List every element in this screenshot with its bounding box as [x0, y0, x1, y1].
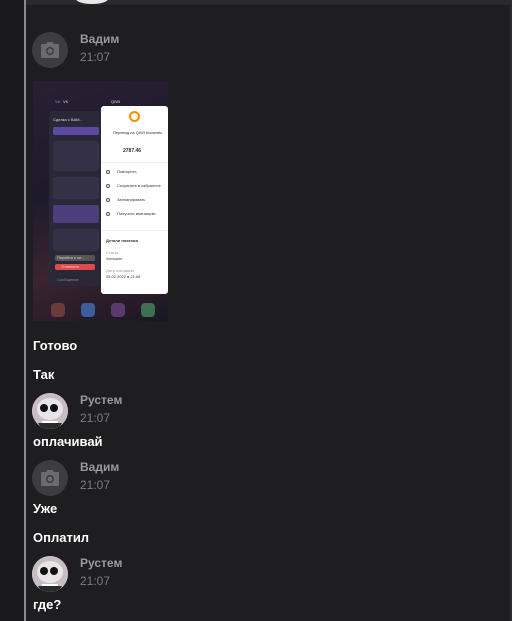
action-repeat: Повторить	[117, 169, 137, 174]
author-name[interactable]: Вадим	[80, 32, 119, 46]
amount: 2787.46	[123, 148, 142, 154]
avatar[interactable]	[32, 32, 68, 68]
transfer-title: Перевод на QIWI Кошелёк	[113, 130, 163, 135]
avatar-photo	[32, 556, 68, 592]
avatar[interactable]	[32, 393, 68, 429]
author-name[interactable]: Вадим	[80, 460, 119, 474]
app-left-label: VK	[63, 99, 69, 104]
repeat-icon	[106, 170, 110, 174]
status-value: Успешно	[106, 256, 123, 261]
avatar[interactable]	[32, 460, 68, 496]
message-time: 21:07	[80, 50, 111, 64]
phone-dock	[47, 303, 157, 319]
date-label: Дата операции	[106, 268, 134, 273]
message-text: где?	[33, 597, 62, 612]
action-receipt: Получить квитанцию	[117, 211, 156, 216]
chat-input: Сообщение	[57, 277, 79, 282]
receipt-icon	[106, 212, 110, 216]
action-favorite: Сохранить в избранное	[117, 183, 161, 188]
message-time: 21:07	[80, 574, 111, 588]
camera-icon	[41, 42, 59, 58]
qiwi-logo	[129, 111, 140, 122]
camera-icon	[41, 470, 59, 486]
message-text: Уже	[33, 501, 58, 516]
status-label: Статус	[106, 250, 119, 255]
vk-app-card: Сделка с ВАМ... Перейти к оп... Отменить…	[49, 111, 105, 286]
chat-name: Сделка с ВАМ...	[53, 117, 83, 122]
left-gutter	[0, 0, 24, 621]
vk-logo: VK	[55, 99, 61, 104]
avatar[interactable]	[32, 556, 68, 592]
calendar-icon	[106, 198, 110, 202]
message-text: оплачивай	[33, 434, 103, 449]
avatar-photo	[32, 393, 68, 429]
message-time: 21:07	[80, 411, 111, 425]
message-text: Готово	[33, 338, 78, 353]
cancel-button-label: Отменить	[61, 264, 80, 269]
pay-button-label: Перейти к оп...	[57, 255, 85, 260]
qiwi-app-card: Перевод на QIWI Кошелёк 2787.46 Повторит…	[101, 106, 168, 294]
message-time: 21:07	[80, 478, 111, 492]
author-name[interactable]: Рустем	[80, 393, 122, 407]
message-text: Так	[33, 367, 55, 382]
author-name[interactable]: Рустем	[80, 556, 122, 570]
image-attachment[interactable]: VK VK QIWI Сделка с ВАМ... Перейти к оп.…	[33, 81, 168, 321]
star-icon	[106, 184, 110, 188]
details-title: Детали платежа	[106, 238, 138, 243]
thread-divider	[24, 0, 26, 621]
date-value: 05.02.2022 в 21:06	[106, 274, 141, 279]
action-schedule: Запланировать	[117, 197, 146, 202]
message-text: Оплатил	[33, 530, 90, 545]
app-right-label: QIWI	[111, 99, 121, 104]
